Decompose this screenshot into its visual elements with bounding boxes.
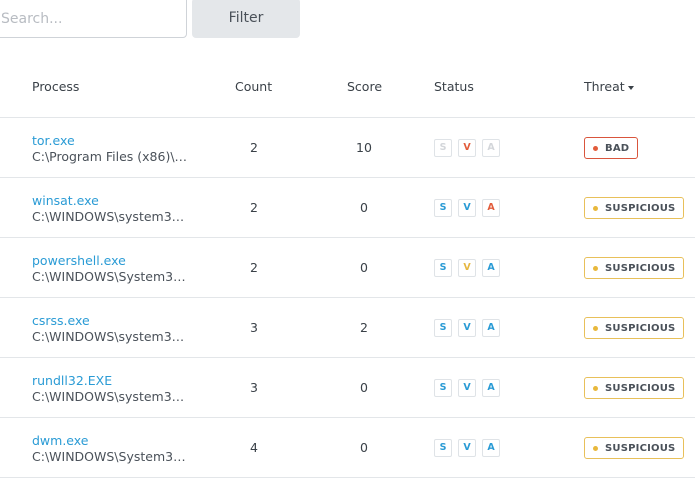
- status-chip-s: S: [434, 199, 452, 217]
- threat-badge: SUSPICIOUS: [584, 257, 685, 279]
- table-row[interactable]: winsat.exeC:\WINDOWS\system32\winsat.exe…: [0, 178, 695, 238]
- process-path: C:\WINDOWS\system32\rundll32.exe: [32, 389, 188, 404]
- threat-label: SUSPICIOUS: [605, 382, 676, 394]
- status-chip-s: S: [434, 139, 452, 157]
- process-count: 3: [250, 380, 258, 395]
- status-chip-v: V: [458, 379, 476, 397]
- threat-dot-icon: [593, 325, 598, 331]
- process-score: 0: [360, 260, 368, 275]
- column-header-count[interactable]: Count: [235, 58, 272, 118]
- status-chip-v: V: [458, 319, 476, 337]
- sort-caret-icon: [627, 85, 634, 90]
- process-name-link[interactable]: rundll32.EXE: [32, 373, 112, 388]
- threat-label: SUSPICIOUS: [605, 322, 676, 334]
- status-chip-v: V: [458, 259, 476, 277]
- threat-label: BAD: [605, 142, 630, 154]
- process-name-link[interactable]: winsat.exe: [32, 193, 99, 208]
- process-score: 10: [356, 140, 372, 155]
- process-count: 2: [250, 260, 258, 275]
- threat-dot-icon: [593, 445, 598, 451]
- threat-label: SUSPICIOUS: [605, 262, 676, 274]
- status-chips: SVA: [434, 319, 500, 337]
- table-row[interactable]: tor.exeC:\Program Files (x86)\Tor Browse…: [0, 118, 695, 178]
- search-input[interactable]: [0, 0, 187, 38]
- threat-dot-icon: [593, 145, 598, 151]
- status-chip-a: A: [482, 379, 500, 397]
- process-score: 0: [360, 200, 368, 215]
- status-chip-v: V: [458, 199, 476, 217]
- status-chips: SVA: [434, 379, 500, 397]
- table-row[interactable]: dwm.exeC:\WINDOWS\System32\dwm.exe40SVAS…: [0, 418, 695, 478]
- column-header-status[interactable]: Status: [434, 58, 474, 118]
- status-chips: SVA: [434, 139, 500, 157]
- column-header-process[interactable]: Process: [32, 58, 79, 118]
- process-path: C:\WINDOWS\system32\csrss.exe: [32, 329, 188, 344]
- status-chips: SVA: [434, 199, 500, 217]
- status-chip-a: A: [482, 199, 500, 217]
- status-chip-s: S: [434, 319, 452, 337]
- process-count: 2: [250, 200, 258, 215]
- status-chip-s: S: [434, 439, 452, 457]
- table-row[interactable]: powershell.exeC:\WINDOWS\System32\Window…: [0, 238, 695, 298]
- process-name-link[interactable]: dwm.exe: [32, 433, 88, 448]
- process-name-link[interactable]: csrss.exe: [32, 313, 90, 328]
- process-path: C:\WINDOWS\system32\winsat.exe: [32, 209, 188, 224]
- process-score: 0: [360, 440, 368, 455]
- threat-badge: SUSPICIOUS: [584, 377, 685, 399]
- threat-badge: SUSPICIOUS: [584, 437, 685, 459]
- status-chip-a: A: [482, 259, 500, 277]
- status-chip-s: S: [434, 379, 452, 397]
- column-header-threat[interactable]: Threat: [584, 58, 634, 118]
- status-chips: SVA: [434, 259, 500, 277]
- threat-label: SUSPICIOUS: [605, 442, 676, 454]
- threat-badge: SUSPICIOUS: [584, 317, 685, 339]
- status-chip-a: A: [482, 139, 500, 157]
- process-count: 2: [250, 140, 258, 155]
- threat-dot-icon: [593, 205, 598, 211]
- threat-badge: SUSPICIOUS: [584, 197, 685, 219]
- process-score: 2: [360, 320, 368, 335]
- threat-badge: BAD: [584, 137, 639, 159]
- process-name-link[interactable]: powershell.exe: [32, 253, 126, 268]
- status-chip-s: S: [434, 259, 452, 277]
- column-header-threat-label: Threat: [584, 79, 625, 94]
- process-count: 3: [250, 320, 258, 335]
- table-row[interactable]: csrss.exeC:\WINDOWS\system32\csrss.exe 3 2…: [0, 298, 695, 358]
- status-chip-a: A: [482, 439, 500, 457]
- process-name-link[interactable]: tor.exe: [32, 133, 75, 148]
- table-row[interactable]: rundll32.EXEC:\WINDOWS\system32\rundll32…: [0, 358, 695, 418]
- process-table: Process Count Score Status Threat tor.ex…: [0, 58, 695, 478]
- process-path: C:\WINDOWS\System32\WindowsPowerShell\v1…: [32, 269, 188, 284]
- table-body: tor.exeC:\Program Files (x86)\Tor Browse…: [0, 118, 695, 478]
- threat-label: SUSPICIOUS: [605, 202, 676, 214]
- filter-button[interactable]: Filter: [192, 0, 300, 38]
- threat-dot-icon: [593, 385, 598, 391]
- status-chip-v: V: [458, 439, 476, 457]
- process-path: C:\Program Files (x86)\Tor Browser\tor.e…: [32, 149, 188, 164]
- column-header-score[interactable]: Score: [347, 58, 382, 118]
- status-chip-v: V: [458, 139, 476, 157]
- process-score: 0: [360, 380, 368, 395]
- threat-dot-icon: [593, 265, 598, 271]
- table-header: Process Count Score Status Threat: [0, 58, 695, 118]
- status-chips: SVA: [434, 439, 500, 457]
- process-count: 4: [250, 440, 258, 455]
- process-path: C:\WINDOWS\System32\dwm.exe: [32, 449, 188, 464]
- status-chip-a: A: [482, 319, 500, 337]
